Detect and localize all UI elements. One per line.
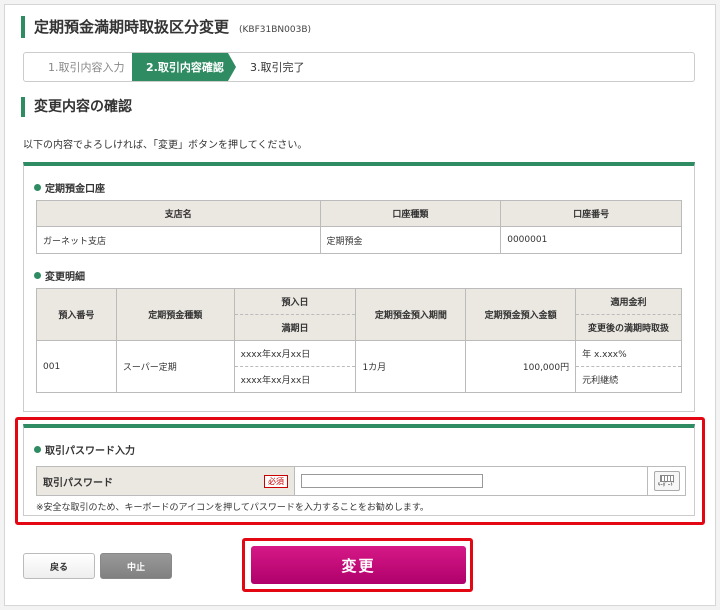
deposit-amount: 100,000円: [465, 340, 577, 393]
account-type: 定期預金: [319, 226, 502, 254]
maturity-date: xxxx年xx月xx日: [233, 366, 357, 393]
back-button[interactable]: 戻る: [23, 553, 95, 579]
deposit-period: 1カ月: [355, 340, 467, 393]
header-handling: 変更後の満期時取扱: [575, 314, 682, 341]
step-indicator: 1.取引内容入力 2.取引内容確認 3.取引完了: [23, 52, 695, 82]
details-table: 預入番号 定期預金種類 預入日 定期預金預入期間 定期預金預入金額 適用金利 満…: [36, 288, 682, 393]
deposit-number: 001: [36, 340, 117, 393]
header-rate: 適用金利: [575, 288, 682, 315]
lead-text: 以下の内容でよろしければ、「変更」ボタンを押してください。: [23, 140, 308, 151]
bullet-icon: [34, 184, 41, 191]
deposit-date: xxxx年xx月xx日: [233, 340, 357, 367]
table-row: ガーネット支店 定期預金 0000001: [36, 226, 682, 254]
step-2-current: 2.取引内容確認: [132, 53, 236, 81]
password-label-cell: 取引パスワード 必須: [37, 467, 295, 495]
maturity-handling: 元利継続: [575, 366, 682, 393]
keyboard-label: ｷｰﾎﾞｰﾄﾞ: [657, 481, 676, 488]
header-maturity-date: 満期日: [233, 314, 357, 341]
deposit-type: スーパー定期: [115, 340, 235, 393]
header-deposit-type: 定期預金種類: [115, 288, 235, 341]
page-title: 定期預金満期時取扱区分変更 (KBF31BN003B): [21, 16, 311, 38]
bullet-icon: [34, 446, 41, 453]
header-account-number: 口座番号: [500, 200, 682, 227]
password-note: ※安全な取引のため、キーボードのアイコンを押してパスワードを入力することをお勧め…: [36, 503, 429, 513]
password-panel: 取引パスワード入力 取引パスワード 必須 ｷｰﾎﾞｰﾄﾞ ※安全な取引のため、キ…: [23, 424, 695, 516]
header-amount: 定期預金預入金額: [465, 288, 577, 341]
submit-button[interactable]: 変更: [251, 546, 466, 584]
bullet-icon: [34, 272, 41, 279]
header-period: 定期預金預入期間: [355, 288, 467, 341]
account-table: 支店名 口座種類 口座番号 ガーネット支店 定期預金 0000001: [36, 200, 682, 254]
step-1: 1.取引内容入力: [48, 61, 125, 74]
password-row: 取引パスワード 必須 ｷｰﾎﾞｰﾄﾞ: [36, 466, 686, 496]
password-input[interactable]: [301, 474, 483, 488]
screen-code: (KBF31BN003B): [239, 25, 312, 35]
branch-name: ガーネット支店: [36, 226, 321, 254]
keyboard-icon: [659, 474, 674, 482]
account-number: 0000001: [500, 226, 682, 254]
details-heading: 変更明細: [34, 268, 85, 283]
cancel-button[interactable]: 中止: [100, 553, 172, 579]
software-keyboard-button[interactable]: ｷｰﾎﾞｰﾄﾞ: [653, 471, 680, 491]
keyboard-cell: ｷｰﾎﾞｰﾄﾞ: [647, 467, 685, 495]
header-deposit-number: 預入番号: [36, 288, 117, 341]
page-title-text: 定期預金満期時取扱区分変更: [34, 18, 230, 36]
password-field-cell: [295, 467, 647, 495]
interest-rate: 年 x.xxx%: [575, 340, 682, 367]
account-heading: 定期預金口座: [34, 180, 105, 195]
header-branch: 支店名: [36, 200, 321, 227]
header-deposit-date: 預入日: [233, 288, 357, 315]
header-account-type: 口座種類: [319, 200, 502, 227]
table-row: 001 スーパー定期 xxxx年xx月xx日 1カ月 100,000円 年 x.…: [36, 340, 682, 393]
confirmation-panel: 定期預金口座 支店名 口座種類 口座番号 ガーネット支店 定期預金 000000…: [23, 162, 695, 412]
section-title: 変更内容の確認: [21, 97, 132, 117]
step-3: 3.取引完了: [250, 61, 305, 74]
required-badge: 必須: [264, 474, 288, 488]
password-label: 取引パスワード: [43, 477, 113, 489]
password-heading: 取引パスワード入力: [34, 442, 135, 457]
